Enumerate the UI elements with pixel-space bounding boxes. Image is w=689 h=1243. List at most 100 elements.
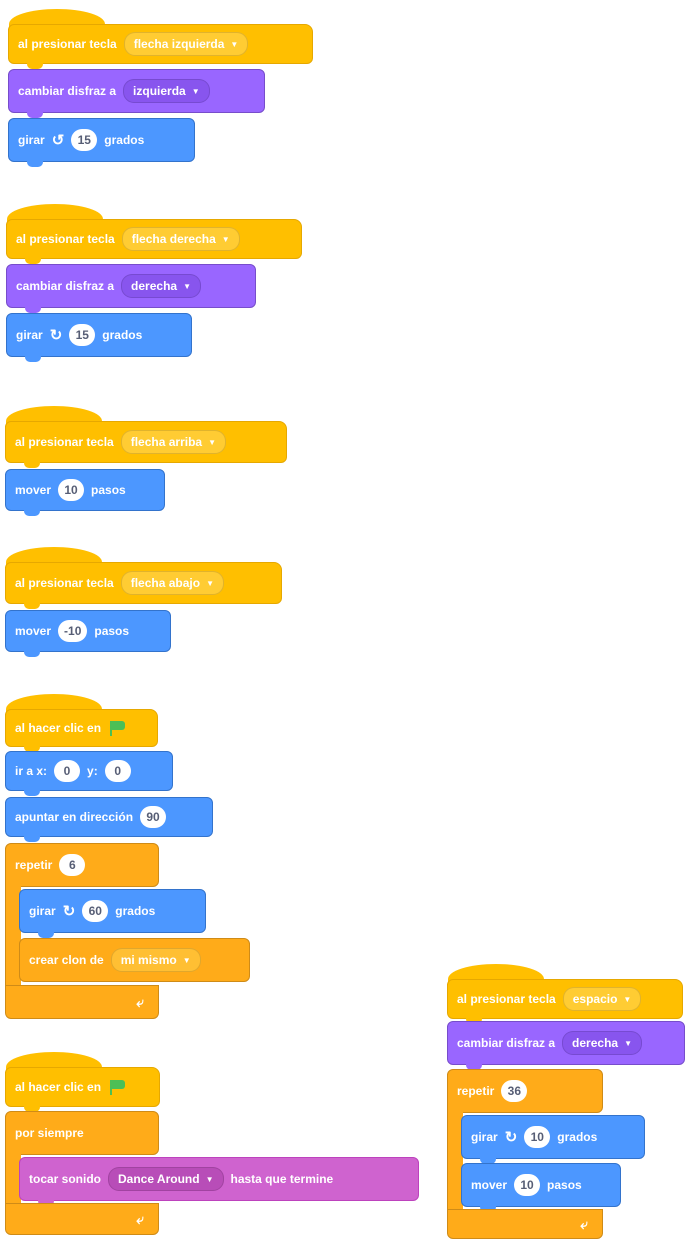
chevron-down-icon: ▼ [208,437,217,447]
switch-costume-block[interactable]: cambiar disfraz a izquierda ▼ [8,69,265,118]
block-label: pasos [91,483,126,497]
steps-input[interactable]: 10 [514,1174,541,1196]
sound-dropdown[interactable]: Dance Around ▼ [108,1167,224,1191]
chevron-down-icon: ▼ [182,955,191,965]
costume-dropdown[interactable]: derecha ▼ [562,1031,642,1055]
degrees-input[interactable]: 10 [524,1126,551,1148]
repeat-count-input[interactable]: 36 [501,1080,528,1102]
green-flag-icon [108,1079,126,1095]
when-key-pressed-block[interactable]: al presionar tecla flecha abajo ▼ [5,547,282,609]
hat-label: al presionar tecla [15,435,114,449]
chevron-down-icon: ▼ [205,1174,214,1184]
chevron-down-icon: ▼ [191,86,200,96]
block-label: apuntar en dirección [15,810,134,824]
costume-dropdown[interactable]: izquierda ▼ [123,79,210,103]
move-block[interactable]: mover 10 pasos [461,1163,621,1212]
chevron-down-icon: ▼ [623,994,632,1004]
block-label: pasos [94,624,130,638]
block-label: cambiar disfraz a [18,84,117,98]
block-label: hasta que termine [230,1172,334,1186]
block-label: grados [102,328,143,342]
block-label: repetir [15,858,53,872]
x-input[interactable]: 0 [54,760,81,782]
block-label: grados [557,1130,598,1144]
block-label: girar [16,328,43,342]
clone-target-dropdown[interactable]: mi mismo ▼ [110,948,201,972]
hat-label: al presionar tecla [16,232,115,246]
degrees-input[interactable]: 60 [82,900,109,922]
chevron-down-icon: ▼ [206,578,214,588]
loop-arrow-icon: ⤶ [580,1215,588,1232]
hat-label: al presionar tecla [15,576,114,590]
rotate-right-icon: ↻ [504,1129,518,1146]
key-dropdown[interactable]: espacio ▼ [562,987,642,1011]
block-label: ir a x: [15,764,48,778]
block-label: grados [115,904,156,918]
create-clone-block[interactable]: crear clon de mi mismo ▼ [19,938,250,982]
rotate-left-icon: ↺ [51,132,65,149]
y-input[interactable]: 0 [104,760,131,782]
switch-costume-block[interactable]: cambiar disfraz a derecha ▼ [447,1021,685,1070]
block-label: repetir [457,1084,495,1098]
repeat-block-foot: ⤶ [447,1209,603,1239]
hat-label: al presionar tecla [457,992,556,1006]
block-label: y: [87,764,98,778]
block-label: girar [29,904,56,918]
turn-block[interactable]: girar ↻ 60 grados [19,889,206,938]
block-label: girar [18,133,45,147]
block-label: cambiar disfraz a [16,279,115,293]
when-key-pressed-block[interactable]: al presionar tecla flecha derecha ▼ [6,204,302,264]
switch-costume-block[interactable]: cambiar disfraz a derecha ▼ [6,264,256,313]
when-key-pressed-block[interactable]: al presionar tecla flecha arriba ▼ [5,406,287,468]
block-label: grados [104,133,145,147]
block-label: mover [15,483,52,497]
repeat-count-input[interactable]: 6 [59,854,86,876]
key-dropdown[interactable]: flecha abajo ▼ [120,571,224,595]
block-label: crear clon de [29,953,104,967]
forever-block-header[interactable]: por siempre [5,1111,159,1155]
block-label: girar [471,1130,498,1144]
chevron-down-icon: ▼ [183,281,191,291]
chevron-down-icon: ▼ [221,234,230,244]
steps-input[interactable]: 10 [58,479,85,501]
when-key-pressed-block[interactable]: al presionar tecla espacio ▼ [447,964,683,1024]
block-label: pasos [547,1178,582,1192]
repeat-block-header[interactable]: repetir 6 [5,843,159,887]
key-dropdown[interactable]: flecha arriba ▼ [120,430,227,454]
hat-label: al presionar tecla [18,37,117,51]
point-in-direction-block[interactable]: apuntar en dirección 90 [5,797,213,842]
direction-input[interactable]: 90 [140,806,167,828]
when-flag-clicked-block[interactable]: al hacer clic en [5,694,158,752]
turn-block[interactable]: girar ↺ 15 grados [8,118,195,167]
hat-label: al hacer clic en [15,721,102,735]
go-to-xy-block[interactable]: ir a x: 0 y: 0 [5,751,173,796]
repeat-block-header[interactable]: repetir 36 [447,1069,603,1113]
forever-block-foot: ⤶ [5,1203,159,1235]
when-key-pressed-block[interactable]: al presionar tecla flecha izquierda ▼ [8,9,313,69]
block-label: mover [471,1178,508,1192]
loop-arrow-icon: ⤶ [136,1210,144,1227]
key-dropdown[interactable]: flecha izquierda ▼ [123,32,249,56]
chevron-down-icon: ▼ [230,39,239,49]
when-flag-clicked-block[interactable]: al hacer clic en [5,1052,160,1112]
chevron-down-icon: ▼ [624,1038,632,1048]
repeat-block-foot: ⤶ [5,985,159,1019]
block-label: cambiar disfraz a [457,1036,556,1050]
steps-input[interactable]: -10 [58,620,88,642]
rotate-right-icon: ↻ [62,903,76,920]
key-dropdown[interactable]: flecha derecha ▼ [121,227,240,251]
play-sound-until-done-block[interactable]: tocar sonido Dance Around ▼ hasta que ter… [19,1157,419,1206]
block-label: por siempre [15,1126,84,1140]
rotate-right-icon: ↻ [49,327,63,344]
loop-arrow-icon: ⤶ [136,993,144,1010]
turn-block[interactable]: girar ↻ 10 grados [461,1115,645,1164]
move-block[interactable]: mover 10 pasos [5,469,165,516]
degrees-input[interactable]: 15 [71,129,98,151]
block-label: mover [15,624,52,638]
costume-dropdown[interactable]: derecha ▼ [121,274,201,298]
degrees-input[interactable]: 15 [69,324,96,346]
turn-block[interactable]: girar ↻ 15 grados [6,313,192,362]
green-flag-icon [108,720,126,736]
move-block[interactable]: mover -10 pasos [5,610,171,657]
hat-label: al hacer clic en [15,1080,102,1094]
